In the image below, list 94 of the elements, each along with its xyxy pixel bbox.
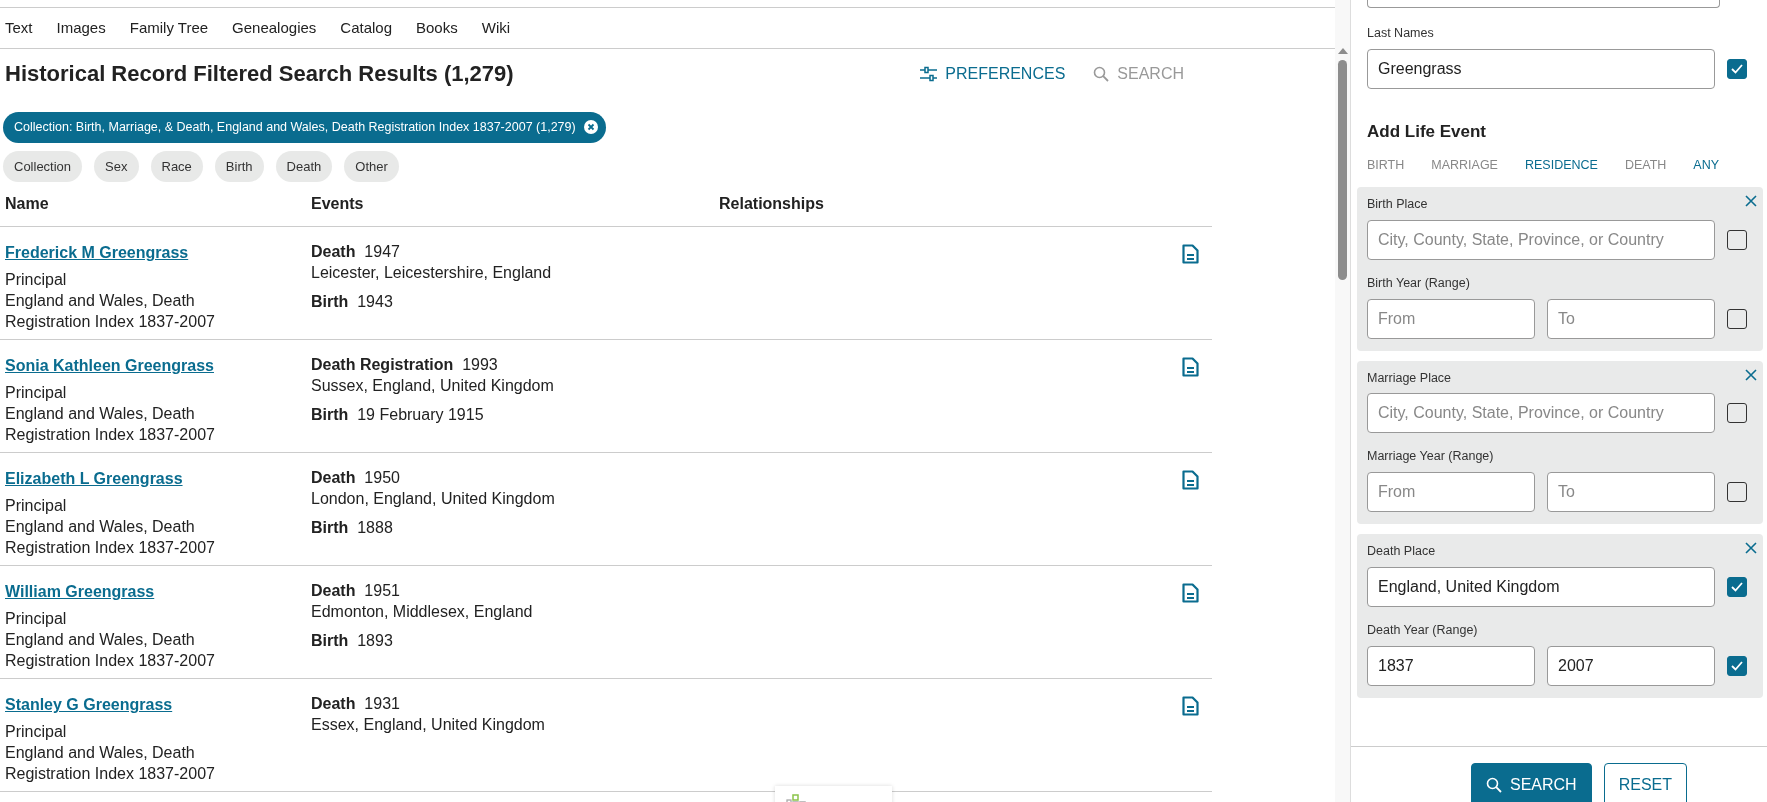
input-field[interactable]: 1837 (1367, 645, 1535, 686)
document-icon (1182, 696, 1199, 716)
filter-pill[interactable]: Death (275, 150, 333, 183)
event-place: Leicester, Leicestershire, England (311, 263, 553, 284)
input-field[interactable]: City, County, State, Province, or Country (1367, 393, 1715, 434)
event-text: Birth 19 February 1915 (311, 405, 485, 426)
field-label: Birth Place (1367, 196, 1428, 213)
role-text: Principal (5, 609, 68, 630)
filter-pill[interactable]: Sex (94, 150, 139, 183)
event-text: Birth 1888 (311, 518, 394, 539)
filter-chip[interactable]: Collection: Birth, Marriage, & Death, England and Wales, Death Registration Index 1837-2007 (1,279) (3, 112, 606, 143)
event-text: Death Registration 1993 (311, 355, 499, 376)
nav-tab[interactable]: Wiki (481, 16, 511, 40)
checkbox[interactable] (1727, 482, 1747, 502)
person-link[interactable]: Sonia Kathleen Greengrass (5, 354, 214, 379)
event-place: Edmonton, Middlesex, England (311, 602, 534, 623)
field-label: Marriage Year (Range) (1367, 448, 1495, 466)
role-text: Principal (5, 496, 68, 517)
input-field[interactable]: From (1367, 472, 1535, 512)
close-button[interactable] (1745, 542, 1757, 554)
document-icon (1182, 470, 1199, 490)
event-text: Birth 1893 (311, 631, 394, 652)
collection-text: England and Wales, Death Registration Index 1837-2007 (5, 291, 216, 333)
column-header: Relationships (719, 194, 824, 215)
person-link[interactable]: Stanley G Greengrass (5, 693, 173, 718)
nav-tab[interactable]: Text (5, 16, 33, 40)
checkbox[interactable] (1727, 655, 1747, 676)
check-icon (1730, 62, 1744, 75)
person-link[interactable]: Elizabeth L Greengrass (5, 467, 183, 492)
column-header: Events (311, 194, 365, 215)
person-link[interactable]: William Greengrass (5, 580, 155, 605)
event-text: Birth 1943 (311, 292, 394, 313)
reset-button[interactable]: RESET (1603, 763, 1687, 802)
nav-tab[interactable]: Books (416, 16, 458, 40)
role-text: Principal (5, 722, 68, 743)
nav-tab[interactable]: Images (56, 16, 106, 40)
field-label: Marriage Place (1367, 369, 1452, 387)
field-label: Death Year (Range) (1367, 621, 1479, 639)
nav-tab[interactable]: Catalog (340, 16, 392, 40)
field-label: Last Names (1367, 25, 1435, 42)
event-tab[interactable]: ANY (1693, 152, 1720, 179)
filter-pill[interactable]: Race (150, 150, 203, 183)
input-field[interactable]: To (1547, 472, 1715, 512)
field-label: Death Place (1367, 543, 1436, 560)
event-text: Death 1950 (311, 468, 401, 489)
input-field[interactable]: City, County, State, Province, or Country (1367, 219, 1715, 260)
checkbox[interactable] (1727, 576, 1747, 597)
checkbox[interactable] (1727, 229, 1747, 250)
role-text: Principal (5, 383, 68, 404)
event-tab[interactable]: RESIDENCE (1524, 152, 1598, 179)
collection-text: England and Wales, Death Registration Index 1837-2007 (5, 630, 216, 672)
close-icon (583, 120, 598, 135)
input-field[interactable]: Greengrass (1367, 48, 1715, 89)
event-text: Death 1947 (311, 242, 401, 263)
event-text: Death 1931 (311, 694, 401, 715)
sliders-icon (920, 66, 938, 82)
search-icon (1093, 66, 1110, 82)
input-field[interactable] (1367, 0, 1720, 8)
event-place: Essex, England, United Kingdom (311, 715, 546, 736)
role-text: Principal (5, 270, 68, 291)
checkbox[interactable] (1727, 308, 1747, 329)
filter-pill[interactable]: Collection (3, 150, 83, 183)
filter-pill[interactable]: Other (344, 150, 399, 183)
checkbox[interactable] (1727, 58, 1747, 79)
event-text: Death 1951 (311, 581, 401, 602)
input-field[interactable]: From (1367, 298, 1535, 339)
input-field[interactable]: To (1547, 298, 1715, 339)
close-button[interactable] (1745, 368, 1757, 381)
collection-text: England and Wales, Death Registration Index 1837-2007 (5, 404, 216, 446)
event-place: London, England, United Kingdom (311, 489, 556, 510)
collection-text: England and Wales, Death Registration Index 1837-2007 (5, 517, 216, 559)
close-button[interactable] (1745, 195, 1757, 207)
field-label: Birth Year (Range) (1367, 274, 1471, 292)
document-icon (1182, 357, 1199, 377)
search-icon (1486, 777, 1502, 793)
checkbox[interactable] (1727, 403, 1747, 424)
column-header: Name (5, 194, 50, 215)
check-icon (1730, 659, 1744, 672)
document-icon (1182, 244, 1199, 264)
input-field[interactable]: England, United Kingdom (1367, 566, 1715, 607)
filter-pill[interactable]: Birth (214, 150, 264, 183)
input-field[interactable]: 2007 (1547, 645, 1715, 686)
page-title: Historical Record Filtered Search Results (1,279) (5, 60, 515, 88)
check-icon (1730, 580, 1744, 593)
collection-text: England and Wales, Death Registration Index 1837-2007 (5, 743, 216, 785)
scrollbar[interactable] (1335, 0, 1350, 802)
document-icon (1182, 583, 1199, 603)
event-place: Sussex, England, United Kingdom (311, 376, 555, 397)
preferences-button[interactable]: PREFERENCES (920, 62, 1066, 86)
nav-tab[interactable]: Family Tree (129, 16, 209, 40)
section-heading: Add Life Event (1367, 120, 1487, 143)
search-button[interactable]: SEARCH (1471, 763, 1592, 802)
nav-tab[interactable]: Genealogies (232, 16, 317, 40)
person-link[interactable]: Frederick M Greengrass (5, 241, 189, 266)
